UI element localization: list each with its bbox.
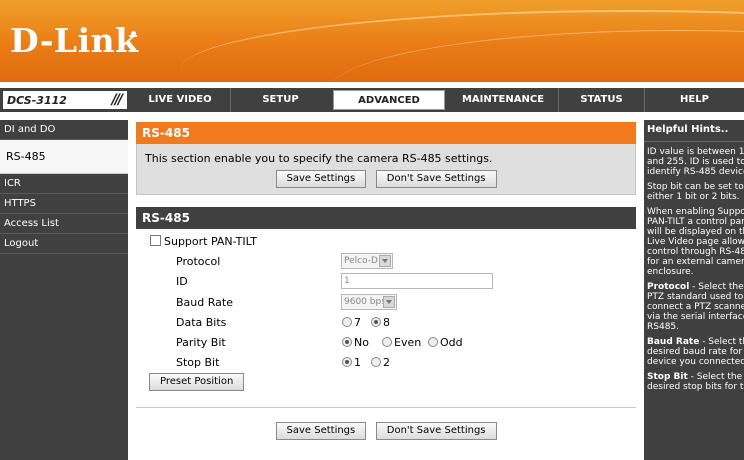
rs485-settings-panel: Support PAN-TILT Protocol Pelco-D ID 1 B… bbox=[136, 229, 636, 407]
stop-bit-option-2[interactable]: 2 bbox=[371, 356, 390, 369]
data-bits-label: Data Bits bbox=[176, 316, 227, 329]
id-label: ID bbox=[176, 275, 188, 288]
hint-line: will be displayed on the bbox=[647, 227, 744, 237]
data-bits-option-8[interactable]: 8 bbox=[371, 316, 390, 329]
sidebar: DI and DO RS-485 ICR HTTPS Access List L… bbox=[0, 120, 128, 460]
sidebar-item-di-and-do[interactable]: DI and DO bbox=[0, 120, 128, 140]
hint-paragraph: When enabling Support PAN-TILT a control … bbox=[644, 202, 744, 277]
settings-panel-title: RS-485 bbox=[136, 207, 636, 229]
top-nav: DCS-3112/// LIVE VIDEO SETUP ADVANCED MA… bbox=[0, 88, 744, 112]
hint-line: PAN-TILT a control pan bbox=[647, 217, 744, 227]
chevron-down-icon bbox=[379, 255, 391, 267]
intro-panel-title: RS-485 bbox=[136, 122, 636, 144]
intro-description: This section enable you to specify the c… bbox=[145, 152, 493, 165]
main-content: RS-485 This section enable you to specif… bbox=[136, 122, 636, 446]
hint-line: Live Video page allowin bbox=[647, 237, 744, 247]
hint-line: Baud Rate - Select th bbox=[647, 337, 744, 347]
tab-advanced[interactable]: ADVANCED bbox=[333, 90, 445, 110]
save-settings-button[interactable]: Save Settings bbox=[275, 422, 367, 440]
intro-panel: This section enable you to specify the c… bbox=[136, 144, 636, 195]
hint-line: Stop Bit - Select the bbox=[647, 372, 743, 382]
hint-line: ID value is between 1 bbox=[647, 147, 744, 157]
tab-live-video[interactable]: LIVE VIDEO bbox=[130, 88, 230, 112]
intro-button-row: Save Settings Don't Save Settings bbox=[137, 170, 635, 194]
preset-position-button[interactable]: Preset Position bbox=[149, 373, 245, 391]
hint-line: enclosure. bbox=[647, 267, 694, 277]
tab-help[interactable]: HELP bbox=[644, 88, 744, 112]
save-settings-button[interactable]: Save Settings bbox=[275, 170, 367, 188]
protocol-select[interactable]: Pelco-D bbox=[341, 253, 393, 269]
hint-line: PTZ standard used to bbox=[647, 292, 744, 302]
hint-line: Stop bit can be set to bbox=[647, 182, 744, 192]
parity-option-even[interactable]: Even bbox=[382, 336, 421, 349]
parity-bit-label: Parity Bit bbox=[176, 336, 226, 349]
hint-paragraph: ID value is between 1 and 255. ID is used… bbox=[644, 142, 744, 177]
sidebar-item-logout[interactable]: Logout bbox=[0, 234, 128, 254]
hint-line: identify RS-485 device bbox=[647, 167, 744, 177]
sidebar-item-https[interactable]: HTTPS bbox=[0, 194, 128, 214]
hint-paragraph: Stop Bit - Select the desired stop bits f… bbox=[644, 367, 744, 392]
hint-line: desired stop bits for th bbox=[647, 382, 744, 392]
hints-title: Helpful Hints.. bbox=[644, 120, 744, 142]
hint-line: RS485. bbox=[647, 322, 680, 332]
hint-line: When enabling Support bbox=[647, 207, 744, 217]
model-badge: DCS-3112/// bbox=[3, 91, 127, 109]
hint-line: device you connected. bbox=[647, 357, 744, 367]
helpful-hints-panel: Helpful Hints.. ID value is between 1 and… bbox=[644, 120, 744, 460]
id-input[interactable]: 1 bbox=[341, 273, 493, 289]
hint-line: either 1 bit or 2 bits. bbox=[647, 192, 740, 202]
hints-body: ID value is between 1 and 255. ID is used… bbox=[644, 142, 744, 392]
sidebar-item-access-list[interactable]: Access List bbox=[0, 214, 128, 234]
hint-line: for an external camera bbox=[647, 257, 744, 267]
hint-paragraph: Protocol - Select the PTZ standard used t… bbox=[644, 277, 744, 332]
dont-save-settings-button[interactable]: Don't Save Settings bbox=[375, 422, 497, 440]
tab-status[interactable]: STATUS bbox=[558, 88, 644, 112]
hint-paragraph: Stop bit can be set to either 1 bit or 2 … bbox=[644, 177, 744, 202]
dlink-logo: D-Link bbox=[10, 21, 139, 60]
support-pantilt-row[interactable]: Support PAN-TILT bbox=[150, 235, 257, 248]
sidebar-item-rs485[interactable]: RS-485 bbox=[0, 140, 128, 174]
hint-line: via the serial interface: bbox=[647, 312, 744, 322]
parity-option-no[interactable]: No bbox=[342, 336, 369, 349]
hint-line: connect a PTZ scanner bbox=[647, 302, 744, 312]
hint-line: desired baud rate for t bbox=[647, 347, 744, 357]
dont-save-settings-button[interactable]: Don't Save Settings bbox=[375, 170, 497, 188]
header-banner: D-Link bbox=[0, 0, 744, 82]
parity-option-odd[interactable]: Odd bbox=[428, 336, 463, 349]
hint-line: Protocol - Select the bbox=[647, 282, 744, 292]
baud-rate-label: Baud Rate bbox=[176, 296, 233, 309]
bottom-button-row: Save Settings Don't Save Settings bbox=[136, 408, 636, 446]
support-pantilt-label: Support PAN-TILT bbox=[164, 235, 257, 248]
sidebar-item-icr[interactable]: ICR bbox=[0, 174, 128, 194]
data-bits-option-7[interactable]: 7 bbox=[342, 316, 361, 329]
protocol-label: Protocol bbox=[176, 255, 221, 268]
baud-rate-select[interactable]: 9600 bps bbox=[341, 294, 397, 310]
hint-paragraph: Baud Rate - Select th desired baud rate f… bbox=[644, 332, 744, 367]
support-pantilt-checkbox[interactable] bbox=[150, 235, 161, 246]
tab-setup[interactable]: SETUP bbox=[230, 88, 330, 112]
hint-line: control through RS-485 bbox=[647, 247, 744, 257]
hint-line: and 255. ID is used to bbox=[647, 157, 744, 167]
stop-bit-option-1[interactable]: 1 bbox=[342, 356, 361, 369]
tab-maintenance[interactable]: MAINTENANCE bbox=[448, 88, 558, 112]
stop-bit-label: Stop Bit bbox=[176, 356, 220, 369]
chevron-down-icon bbox=[383, 296, 395, 308]
